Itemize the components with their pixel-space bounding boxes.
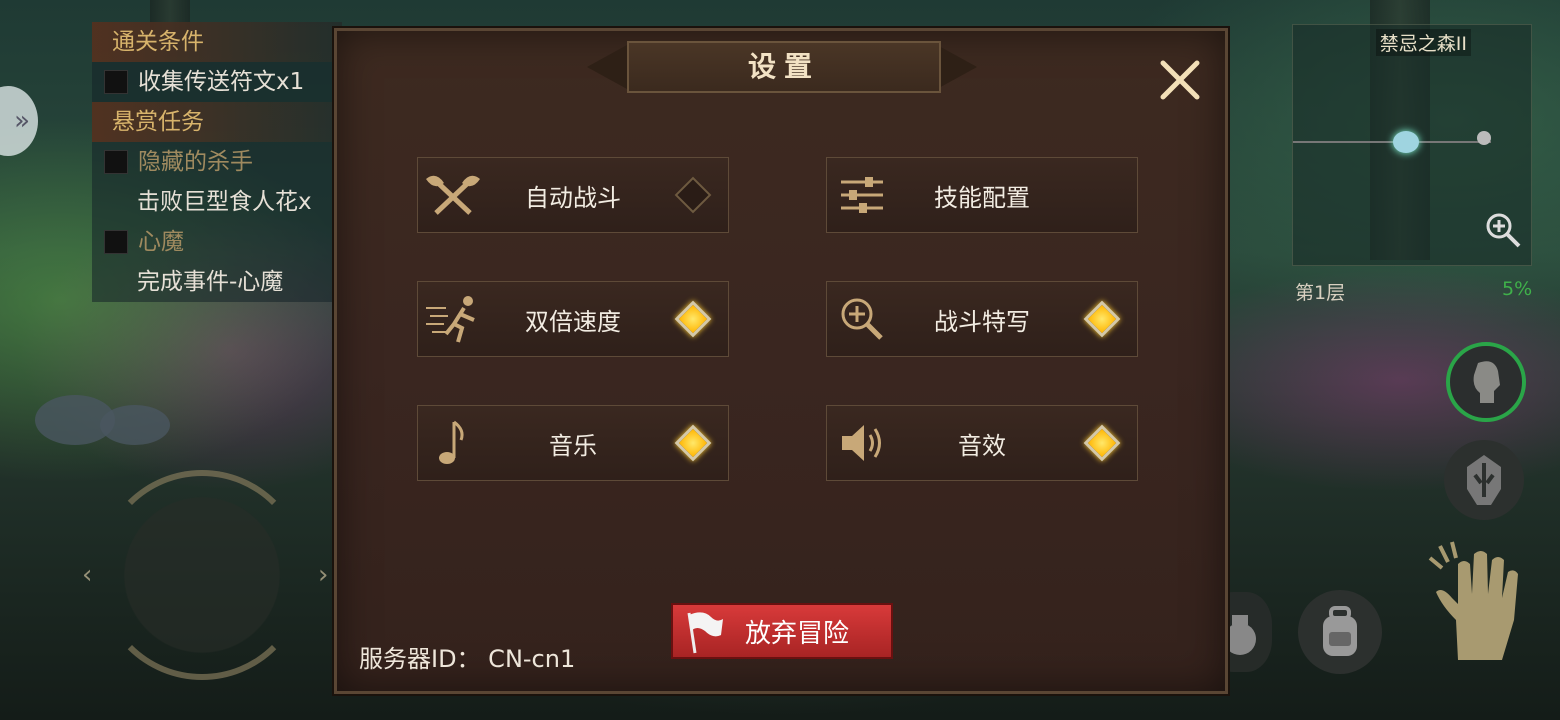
bounty-item[interactable]: 隐藏的杀手 bbox=[92, 142, 342, 182]
toggle-on-icon bbox=[674, 424, 712, 462]
joystick-ring bbox=[97, 470, 307, 680]
quest-item[interactable]: 收集传送符文x1 bbox=[92, 62, 342, 102]
close-icon bbox=[1160, 60, 1200, 100]
player-marker-icon bbox=[1393, 131, 1419, 153]
option-label: 音乐 bbox=[549, 431, 597, 460]
chevron-right-icon: › bbox=[318, 560, 329, 590]
hero-portrait-button[interactable] bbox=[1446, 342, 1526, 422]
quest-checkbox bbox=[104, 70, 128, 94]
toggle-indicator bbox=[658, 157, 728, 233]
helmet-icon bbox=[1467, 455, 1501, 505]
explore-progress: 5% bbox=[1502, 278, 1533, 300]
toggle-indicator bbox=[1067, 281, 1137, 357]
white-flag-icon bbox=[687, 612, 723, 654]
music-toggle[interactable]: 音乐 bbox=[417, 405, 729, 481]
toggle-on-icon bbox=[1083, 424, 1121, 462]
dialog-title: 设置 bbox=[627, 41, 941, 93]
toggle-off-icon bbox=[674, 176, 712, 214]
title-ribbon-right bbox=[937, 45, 977, 89]
quest-label: 收集传送符文x1 bbox=[138, 69, 305, 95]
option-label: 战斗特写 bbox=[934, 307, 1030, 336]
location-pin-icon bbox=[1477, 131, 1491, 145]
speaker-icon bbox=[827, 405, 897, 481]
bounty-checkbox bbox=[104, 150, 128, 174]
area-name: 禁忌之森II bbox=[1375, 29, 1471, 56]
toggle-on-icon bbox=[1083, 300, 1121, 338]
double-speed-toggle[interactable]: 双倍速度 bbox=[417, 281, 729, 357]
bounty-task: 击败巨型食人花x bbox=[137, 189, 312, 215]
auto-battle-toggle[interactable]: 自动战斗 bbox=[417, 157, 729, 233]
toggle-indicator bbox=[1067, 405, 1137, 481]
bounty-item[interactable]: 心魔 bbox=[92, 222, 342, 262]
bounty-name: 心魔 bbox=[138, 229, 184, 255]
zoom-in-icon[interactable] bbox=[1483, 210, 1523, 257]
backpack-button[interactable] bbox=[1298, 590, 1382, 674]
minimap[interactable]: 禁忌之森II bbox=[1292, 24, 1532, 266]
minimap-track bbox=[1293, 141, 1491, 143]
chevron-left-icon: ‹ bbox=[82, 560, 93, 590]
option-label: 自动战斗 bbox=[525, 183, 621, 212]
toggle-indicator bbox=[658, 405, 728, 481]
bounty-header: 悬赏任务 bbox=[92, 102, 342, 142]
title-ribbon-left bbox=[587, 45, 627, 89]
hand-icon bbox=[1428, 541, 1518, 660]
helmet-button[interactable] bbox=[1444, 440, 1524, 520]
toggle-indicator bbox=[658, 281, 728, 357]
zoom-in-icon bbox=[827, 281, 897, 357]
skill-config-button[interactable]: 技能配置 bbox=[826, 157, 1138, 233]
virtual-joystick[interactable]: ‹ › bbox=[82, 470, 332, 680]
toggle-on-icon bbox=[674, 300, 712, 338]
battle-closeup-toggle[interactable]: 战斗特写 bbox=[826, 281, 1138, 357]
interact-hand-button[interactable] bbox=[1428, 540, 1533, 665]
backpack-icon bbox=[1323, 606, 1357, 656]
quest-panel: 通关条件 收集传送符文x1 悬赏任务 隐藏的杀手 击败巨型食人花x 心魔 完成事… bbox=[92, 22, 342, 302]
crossed-axes-icon bbox=[418, 157, 488, 233]
abandon-label: 放弃冒险 bbox=[744, 618, 849, 649]
settings-dialog: 设置 自动战斗 技能配置 双倍速度 战斗特写 音乐 音效 放弃冒险 服务器ID：… bbox=[334, 28, 1228, 694]
option-label: 音效 bbox=[958, 431, 1006, 460]
running-man-icon bbox=[418, 281, 488, 357]
bounty-checkbox bbox=[104, 230, 128, 254]
abandon-adventure-button[interactable]: 放弃冒险 bbox=[671, 603, 893, 659]
option-label: 技能配置 bbox=[934, 183, 1030, 212]
floor-label: 第1层 bbox=[1295, 282, 1346, 304]
sound-effect-toggle[interactable]: 音效 bbox=[826, 405, 1138, 481]
server-id: 服务器ID： CN-cn1 bbox=[359, 645, 576, 673]
bounty-name: 隐藏的杀手 bbox=[138, 149, 253, 175]
sliders-icon bbox=[827, 157, 897, 233]
music-note-icon bbox=[418, 405, 488, 481]
clear-conditions-header: 通关条件 bbox=[92, 22, 342, 62]
close-button[interactable] bbox=[1155, 55, 1205, 105]
option-label: 双倍速度 bbox=[525, 307, 621, 336]
bounty-task: 完成事件-心魔 bbox=[137, 269, 284, 295]
hero-face-icon bbox=[1473, 361, 1500, 403]
